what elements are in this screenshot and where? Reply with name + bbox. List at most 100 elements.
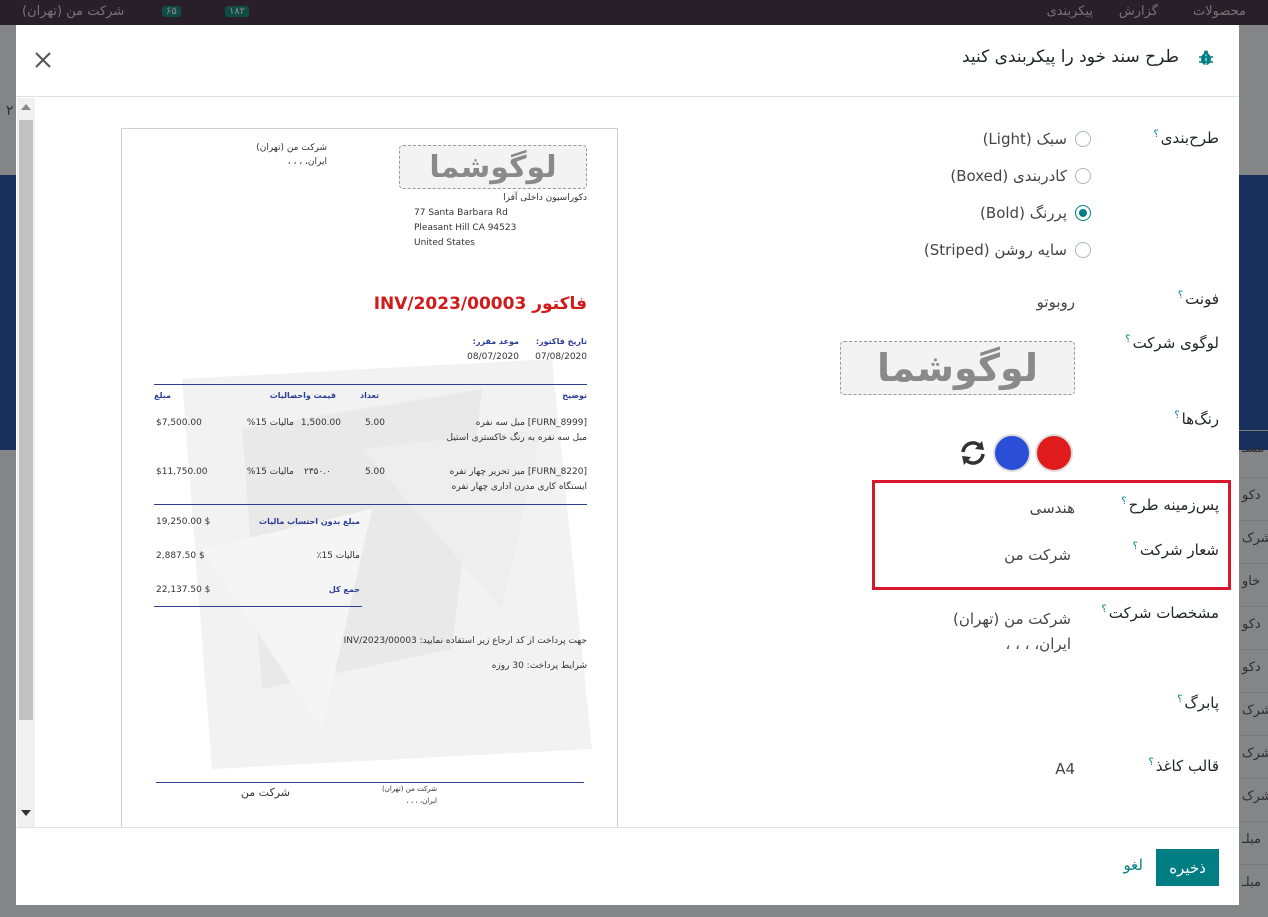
paper-format-label-text: قالب کاغذ bbox=[1155, 757, 1219, 775]
col-quantity: تعداد bbox=[360, 391, 379, 400]
layout-label: طرح‌بندی؟ bbox=[1153, 129, 1219, 147]
bug-icon bbox=[1199, 50, 1213, 65]
font-label-text: فونت bbox=[1185, 290, 1219, 308]
footer-label: پابرگ؟ bbox=[1177, 694, 1219, 712]
close-icon[interactable] bbox=[32, 49, 54, 71]
dialog-title: طرح سند خود را پیکربندی کنید bbox=[962, 47, 1179, 67]
help-icon[interactable]: ؟ bbox=[1101, 604, 1106, 615]
preview-invoice-date: 07/08/2020 bbox=[535, 352, 587, 362]
layout-option-boxed[interactable]: کادربندی (Boxed) bbox=[950, 167, 1091, 185]
dialog-body: طرح‌بندی؟ سبک (Light) کادربندی (Boxed) پ… bbox=[16, 98, 1239, 828]
preview-address-line-1: 77 Santa Barbara Rd bbox=[414, 208, 508, 218]
colors-label-text: رنگ‌ها bbox=[1181, 410, 1219, 428]
line-1-description-detail: مبل سه نفره به رنگ خاکستری استیل bbox=[446, 433, 588, 443]
radio-icon[interactable] bbox=[1075, 131, 1091, 147]
preview-customer-name: دکوراسیون داخلی آفرا bbox=[503, 193, 587, 203]
help-icon[interactable]: ؟ bbox=[1125, 334, 1130, 345]
option-label: سایه روشن (Striped) bbox=[923, 241, 1067, 259]
primary-color-swatch[interactable] bbox=[1035, 434, 1073, 472]
radio-selected-icon[interactable] bbox=[1075, 205, 1091, 221]
radio-icon[interactable] bbox=[1075, 242, 1091, 258]
total-amount: 22,137.50 $ bbox=[156, 585, 211, 595]
footer-rule bbox=[156, 782, 584, 783]
dialog-header: طرح سند خود را پیکربندی کنید bbox=[16, 25, 1239, 97]
font-select[interactable]: روبوتو bbox=[1037, 293, 1075, 311]
company-details-label-text: مشخصات شرکت bbox=[1108, 604, 1219, 622]
payment-reference: جهت پرداخت از کد ارجاع زیر استفاده نمایی… bbox=[343, 636, 587, 646]
preview-due-date: 08/07/2020 bbox=[467, 352, 519, 362]
payment-terms: شرایط پرداخت: 30 روزه bbox=[491, 661, 587, 671]
highlight-box bbox=[872, 480, 1231, 590]
help-icon[interactable]: ؟ bbox=[1148, 757, 1153, 768]
table-top-rule bbox=[154, 384, 587, 385]
preview-invoice-title: فاکتور INV/2023/00003 bbox=[373, 294, 587, 314]
line-2-quantity: 5.00 bbox=[364, 467, 385, 477]
layout-option-light[interactable]: سبک (Light) bbox=[983, 130, 1091, 148]
col-amount: مبلغ bbox=[154, 391, 171, 400]
option-label: سبک (Light) bbox=[982, 130, 1067, 148]
tax-label: مالیات 15٪ bbox=[316, 551, 360, 561]
dialog-footer: ذخیره لغو bbox=[16, 827, 1239, 905]
footer-tagline: شرکت من bbox=[240, 786, 290, 799]
company-details-line-1[interactable]: شرکت من (تهران) bbox=[953, 610, 1071, 628]
table-bottom-rule bbox=[154, 504, 587, 505]
line-2-description-detail: ایستگاه کاری مدرن اداری چهار نفره bbox=[451, 482, 587, 492]
scroll-thumb[interactable] bbox=[19, 120, 33, 720]
help-icon[interactable]: ؟ bbox=[1174, 410, 1179, 421]
preview-address-line-2: Pleasant Hill CA 94523 bbox=[414, 223, 517, 233]
company-details-line-2[interactable]: ایران، ، ، ، bbox=[1006, 635, 1071, 653]
paper-format-label: قالب کاغذ؟ bbox=[1148, 757, 1219, 775]
total-rule bbox=[154, 606, 362, 607]
save-button[interactable]: ذخیره bbox=[1156, 849, 1219, 886]
col-unit-price: قیمت واحد bbox=[292, 391, 336, 400]
preview-due-date-label: موعد مقرر: bbox=[472, 337, 519, 346]
line-1-tax: مالیات 15% bbox=[246, 418, 294, 428]
total-label: جمع کل bbox=[328, 585, 360, 594]
preview-company-country: ایران، ، ، ، bbox=[287, 157, 327, 167]
layout-label-text: طرح‌بندی bbox=[1160, 129, 1219, 147]
line-2-tax: مالیات 15% bbox=[246, 467, 294, 477]
preview-scrollbar[interactable] bbox=[17, 98, 35, 828]
line-2-description: [FURN_8220] میز تحریر چهار نفره bbox=[449, 467, 587, 477]
document-preview: لوگوشما شرکت من (تهران) ایران، ، ، ، دکو… bbox=[121, 128, 618, 828]
preview-logo: لوگوشما bbox=[399, 145, 587, 189]
geometric-background bbox=[182, 359, 592, 769]
logo-label-text: لوگوی شرکت bbox=[1132, 334, 1219, 352]
layout-option-bold[interactable]: پررنگ (Bold) bbox=[980, 204, 1091, 222]
col-tax: مالیات bbox=[269, 391, 295, 400]
font-label: فونت؟ bbox=[1178, 290, 1219, 308]
preview-invoice-date-label: تاریخ فاکتور: bbox=[535, 337, 587, 346]
cancel-button[interactable]: لغو bbox=[1123, 856, 1143, 874]
logo-text: لوگوشما bbox=[876, 346, 1039, 390]
preview-logo-text: لوگوشما bbox=[429, 149, 557, 185]
secondary-color-swatch[interactable] bbox=[993, 434, 1031, 472]
colors-label: رنگ‌ها؟ bbox=[1174, 410, 1219, 428]
tax-amount: 2,887.50 $ bbox=[156, 551, 205, 561]
line-1-quantity: 5.00 bbox=[364, 418, 385, 428]
option-label: پررنگ (Bold) bbox=[980, 204, 1067, 222]
radio-icon[interactable] bbox=[1075, 168, 1091, 184]
help-icon[interactable]: ؟ bbox=[1177, 694, 1182, 705]
line-2-amount: $11,750.00 bbox=[156, 467, 208, 477]
line-1-amount: $7,500.00 bbox=[156, 418, 202, 428]
line-1-description: [FURN_8999] مبل سه نفره bbox=[475, 418, 587, 428]
scroll-up-arrow[interactable] bbox=[21, 104, 31, 110]
option-label: کادربندی (Boxed) bbox=[950, 167, 1067, 185]
paper-format-select[interactable]: A4 bbox=[1055, 760, 1075, 778]
footer-country: ایران، ، ، ، bbox=[406, 797, 437, 805]
footer-company: شرکت من (تهران) bbox=[381, 785, 437, 793]
line-2-unit-price: ۲۳۵۰.۰ bbox=[303, 467, 331, 477]
footer-label-text: پابرگ bbox=[1184, 694, 1219, 712]
col-description: توضیح bbox=[562, 391, 587, 400]
company-logo-upload[interactable]: لوگوشما bbox=[840, 341, 1075, 395]
help-icon[interactable]: ؟ bbox=[1178, 290, 1183, 301]
line-1-unit-price: 1,500.00 bbox=[300, 418, 341, 428]
untaxed-label: مبلغ بدون احتساب مالیات bbox=[259, 517, 360, 526]
document-layout-dialog: طرح سند خود را پیکربندی کنید طرح‌بندی؟ س… bbox=[16, 25, 1239, 905]
layout-option-striped[interactable]: سایه روشن (Striped) bbox=[924, 241, 1091, 259]
refresh-icon[interactable] bbox=[958, 438, 988, 468]
scroll-down-arrow[interactable] bbox=[21, 810, 31, 816]
company-details-label: مشخصات شرکت؟ bbox=[1101, 604, 1219, 622]
logo-label: لوگوی شرکت؟ bbox=[1125, 334, 1219, 352]
help-icon[interactable]: ؟ bbox=[1153, 129, 1158, 140]
